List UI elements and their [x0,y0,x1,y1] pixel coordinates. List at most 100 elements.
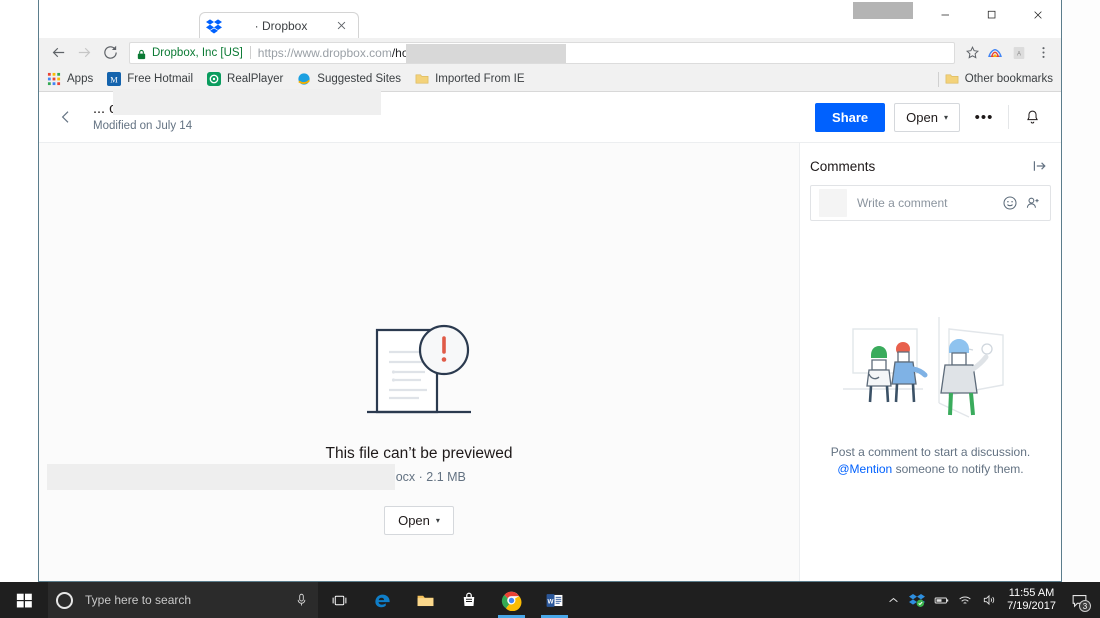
open-button[interactable]: Open ▾ [894,102,960,132]
folder-icon [945,72,960,87]
windows-start-icon[interactable] [0,582,48,618]
chevron-up-icon[interactable] [881,582,905,618]
preview-open-button[interactable]: Open ▾ [384,506,454,535]
bookmark-imported-from-ie[interactable]: Imported From IE [415,72,525,87]
browser-toolbar: Dropbox, Inc [US] https://www.dropbox.co… [39,38,1061,67]
forward-button[interactable] [71,40,97,66]
hotmail-icon: M [107,71,122,87]
svg-text:M: M [110,75,118,84]
comment-input[interactable]: Write a comment [857,196,1001,210]
bookmark-label: Free Hotmail [127,73,194,85]
bookmark-realplayer[interactable]: RealPlayer [207,71,284,87]
redaction-box-filename [113,88,381,115]
dropbox-icon [206,18,222,34]
bookmark-free-hotmail[interactable]: M Free Hotmail [107,71,194,87]
emoji-smiley-icon[interactable] [1001,194,1019,212]
speaker-icon[interactable] [977,582,1001,618]
file-explorer-icon[interactable] [404,582,447,618]
close-button[interactable] [1015,0,1061,30]
file-meta: ... comments.docx Modified on July 14 [93,88,381,134]
bookmark-suggested-sites[interactable]: Suggested Sites [297,72,401,87]
reload-button[interactable] [97,40,123,66]
comments-header: Comments [810,147,1051,185]
address-bar[interactable]: Dropbox, Inc [US] https://www.dropbox.co… [129,41,955,64]
taskbar-items: W [318,582,576,618]
notification-badge: 3 [1079,600,1091,612]
avatar [819,189,847,217]
share-button[interactable]: Share [815,102,886,132]
close-icon[interactable] [336,18,352,34]
clock-date: 7/19/2017 [1007,600,1056,612]
redaction-box-file-info [47,464,395,490]
lock-icon [136,47,147,60]
add-person-icon[interactable] [1024,194,1042,212]
chrome-menu-icon[interactable] [1031,41,1055,65]
comments-title: Comments [810,158,876,174]
back-chevron-icon[interactable] [53,104,79,130]
notification-bell-icon[interactable] [1017,103,1047,131]
other-bookmarks-label: Other bookmarks [964,73,1053,85]
svg-text:W: W [548,598,554,605]
pdf-extension-icon[interactable]: A [1007,41,1031,65]
browser-tab-title: · Dropbox [254,18,308,33]
microsoft-edge-icon[interactable] [361,582,404,618]
task-view-icon[interactable] [318,582,361,618]
more-options-button[interactable]: ••• [970,104,998,130]
security-label: Dropbox, Inc [US] [152,46,243,59]
folder-icon [415,72,430,87]
bookmark-label: Imported From IE [435,73,525,85]
desktop-background-left [0,0,38,582]
dropbox-icon[interactable] [905,582,929,618]
comments-empty-state: Post a comment to start a discussion. @M… [810,307,1051,476]
browser-tab[interactable]: · Dropbox [199,12,359,38]
internet-explorer-icon [297,72,312,87]
chevron-down-icon: ▾ [943,112,948,122]
bookmark-label: Apps [67,73,94,85]
clock[interactable]: 11:55 AM 7/19/2017 [1007,587,1056,613]
search-input[interactable]: Type here to search [48,582,318,618]
cortana-icon [56,591,73,609]
system-tray: 11:55 AM 7/19/2017 3 [881,582,1100,618]
apps-grid-icon [47,72,62,87]
action-center-icon[interactable]: 3 [1064,582,1094,618]
preview-file-info: ıts.docx · 2.1 MB [39,464,799,490]
realplayer-icon [207,71,222,87]
other-bookmarks-button[interactable]: Other bookmarks [945,72,1053,87]
window-controls [923,0,1061,38]
empty-state-line-1: Post a comment to start a discussion. [830,445,1031,459]
preview-content: This file can’t be previewed ıts.docx · … [39,318,799,535]
back-button[interactable] [45,40,71,66]
file-preview-pane: This file can’t be previewed ıts.docx · … [39,142,799,581]
omnibox-divider [249,46,251,59]
wifi-icon[interactable] [953,582,977,618]
desktop-background-right [1062,0,1100,582]
preview-title: This file can’t be previewed [325,445,513,462]
microsoft-store-icon[interactable] [447,582,490,618]
comments-panel: Comments Write a comment Post a comment … [799,142,1061,581]
svg-text:A: A [1017,51,1021,57]
chevron-down-icon: ▾ [435,516,440,525]
file-modified-date: Modified on July 14 [93,119,193,132]
maximize-button[interactable] [969,0,1015,30]
comment-composer[interactable]: Write a comment [810,185,1051,221]
bookmark-label: RealPlayer [227,73,284,85]
preview-open-label: Open [398,513,430,528]
composer-actions [1001,194,1042,212]
redaction-box-titlebar [853,2,913,19]
battery-icon[interactable] [929,582,953,618]
collapse-panel-icon[interactable] [1029,155,1051,177]
empty-state-line-2: @Mention someone to notify them. [810,462,1051,476]
bookmark-star-icon[interactable] [961,42,983,64]
microphone-icon[interactable] [294,592,310,608]
screen: · Dropbox Dropbox, Inc [US] https://www.… [0,0,1100,618]
windows-taskbar: Type here to search W 11:55 AM 7/19/2017… [0,582,1100,618]
mention-link[interactable]: @Mention [837,462,892,476]
empty-state-line-2-rest: someone to notify them. [892,462,1024,476]
document-warning-icon [39,318,799,433]
bookmark-label: Suggested Sites [317,73,402,85]
minimize-button[interactable] [923,0,969,30]
bookmark-apps[interactable]: Apps [47,72,93,87]
extension-icon[interactable] [983,41,1007,65]
microsoft-word-icon[interactable]: W [533,582,576,618]
google-chrome-icon[interactable] [490,582,533,618]
